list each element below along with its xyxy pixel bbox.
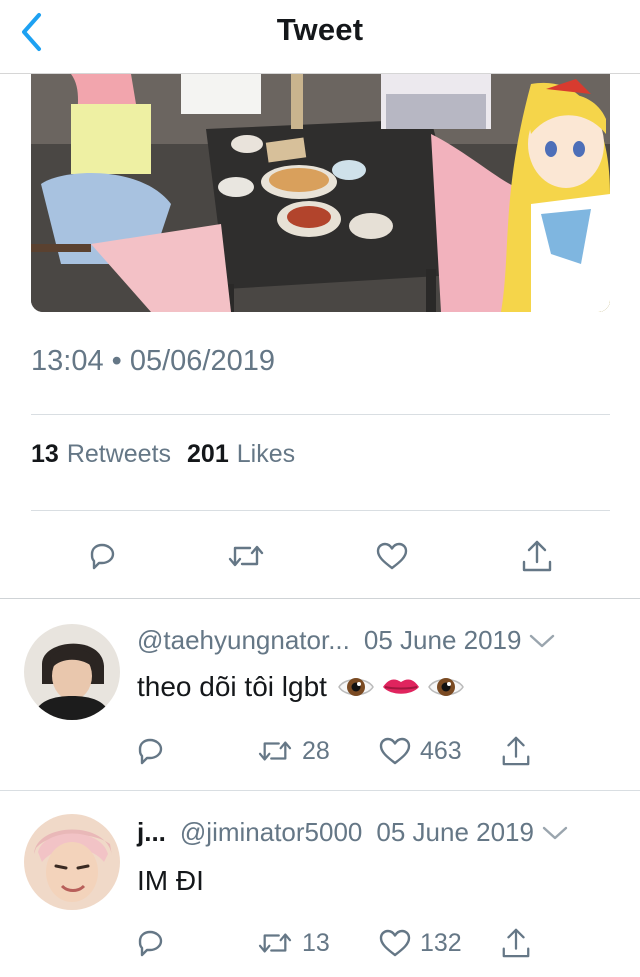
share-button[interactable] [500, 733, 532, 769]
share-icon [502, 736, 530, 766]
share-button[interactable] [517, 536, 557, 576]
like-button[interactable]: 132 [378, 925, 462, 961]
like-count: 132 [420, 928, 462, 957]
likes-count[interactable]: 201 [187, 440, 229, 469]
reply-date: 05 June 2019 [376, 817, 534, 847]
avatar-photo [24, 624, 120, 720]
avatar[interactable] [24, 814, 120, 910]
divider [31, 510, 610, 511]
eye-emoji-icon [428, 678, 464, 696]
lips-emoji-icon [382, 679, 419, 694]
reply-header: @taehyungnator... 05 June 2019 [137, 625, 555, 656]
page-title: Tweet [276, 12, 364, 47]
reply-handle[interactable]: @jiminator5000 [180, 817, 362, 848]
reply-action-bar: 13 132 [0, 925, 640, 961]
reply-icon [90, 543, 115, 570]
tweet-timestamp: 13:04 • 05/06/2019 [31, 345, 275, 377]
photo-illustration [31, 74, 610, 312]
reply-tweet[interactable]: @taehyungnator... 05 June 2019 theo dõi … [0, 599, 640, 790]
retweets-label[interactable]: Retweets [67, 440, 171, 469]
reply-header: j... @jiminator5000 05 June 2019 [137, 817, 568, 848]
retweet-count: 28 [302, 736, 330, 765]
retweet-icon [258, 741, 292, 761]
reply-button[interactable] [134, 925, 166, 961]
reply-tweet[interactable]: j... @jiminator5000 05 June 2019 IM ĐI 1… [0, 791, 640, 977]
reply-button[interactable] [82, 536, 122, 576]
more-options-button[interactable] [542, 825, 568, 841]
divider [31, 414, 610, 415]
reply-body: IM ĐI [137, 865, 204, 896]
reply-body: theo dõi tôi lgbt [137, 671, 327, 702]
retweet-button[interactable] [226, 536, 266, 576]
tweet-action-bar [0, 530, 640, 580]
like-button[interactable] [372, 536, 412, 576]
reply-action-bar: 28 463 [0, 733, 640, 769]
reply-text: IM ĐI [137, 865, 204, 897]
share-icon [502, 928, 530, 958]
retweet-button[interactable]: 13 [256, 925, 330, 961]
retweet-icon [258, 933, 292, 953]
reply-icon [138, 930, 163, 957]
likes-label[interactable]: Likes [237, 440, 295, 469]
reply-icon [138, 738, 163, 765]
more-options-button[interactable] [529, 633, 555, 649]
chevron-down-icon [530, 634, 555, 647]
chevron-down-icon [542, 826, 568, 839]
tweet-media-image[interactable] [31, 74, 610, 312]
reply-date: 05 June 2019 [363, 625, 522, 655]
avatar-photo [24, 814, 120, 910]
avatar[interactable] [24, 624, 120, 720]
share-button[interactable] [500, 925, 532, 961]
nav-bar: Tweet [0, 0, 640, 74]
like-button[interactable]: 463 [378, 733, 462, 769]
like-count: 463 [420, 736, 462, 765]
retweet-icon [228, 545, 264, 567]
retweets-count[interactable]: 13 [31, 440, 59, 469]
heart-icon [376, 542, 408, 570]
retweet-button[interactable]: 28 [256, 733, 330, 769]
reply-text: theo dõi tôi lgbt [137, 671, 465, 703]
retweet-count: 13 [302, 928, 330, 957]
reply-button[interactable] [134, 733, 166, 769]
heart-icon [379, 737, 411, 765]
share-icon [522, 540, 552, 572]
reply-handle[interactable]: @taehyungnator... [137, 625, 350, 656]
emoji-group [337, 672, 465, 702]
tweet-stats: 13 Retweets 201 Likes [31, 440, 295, 469]
heart-icon [379, 929, 411, 957]
reply-display-name[interactable]: j... [137, 817, 166, 848]
eye-emoji-icon [338, 678, 374, 696]
